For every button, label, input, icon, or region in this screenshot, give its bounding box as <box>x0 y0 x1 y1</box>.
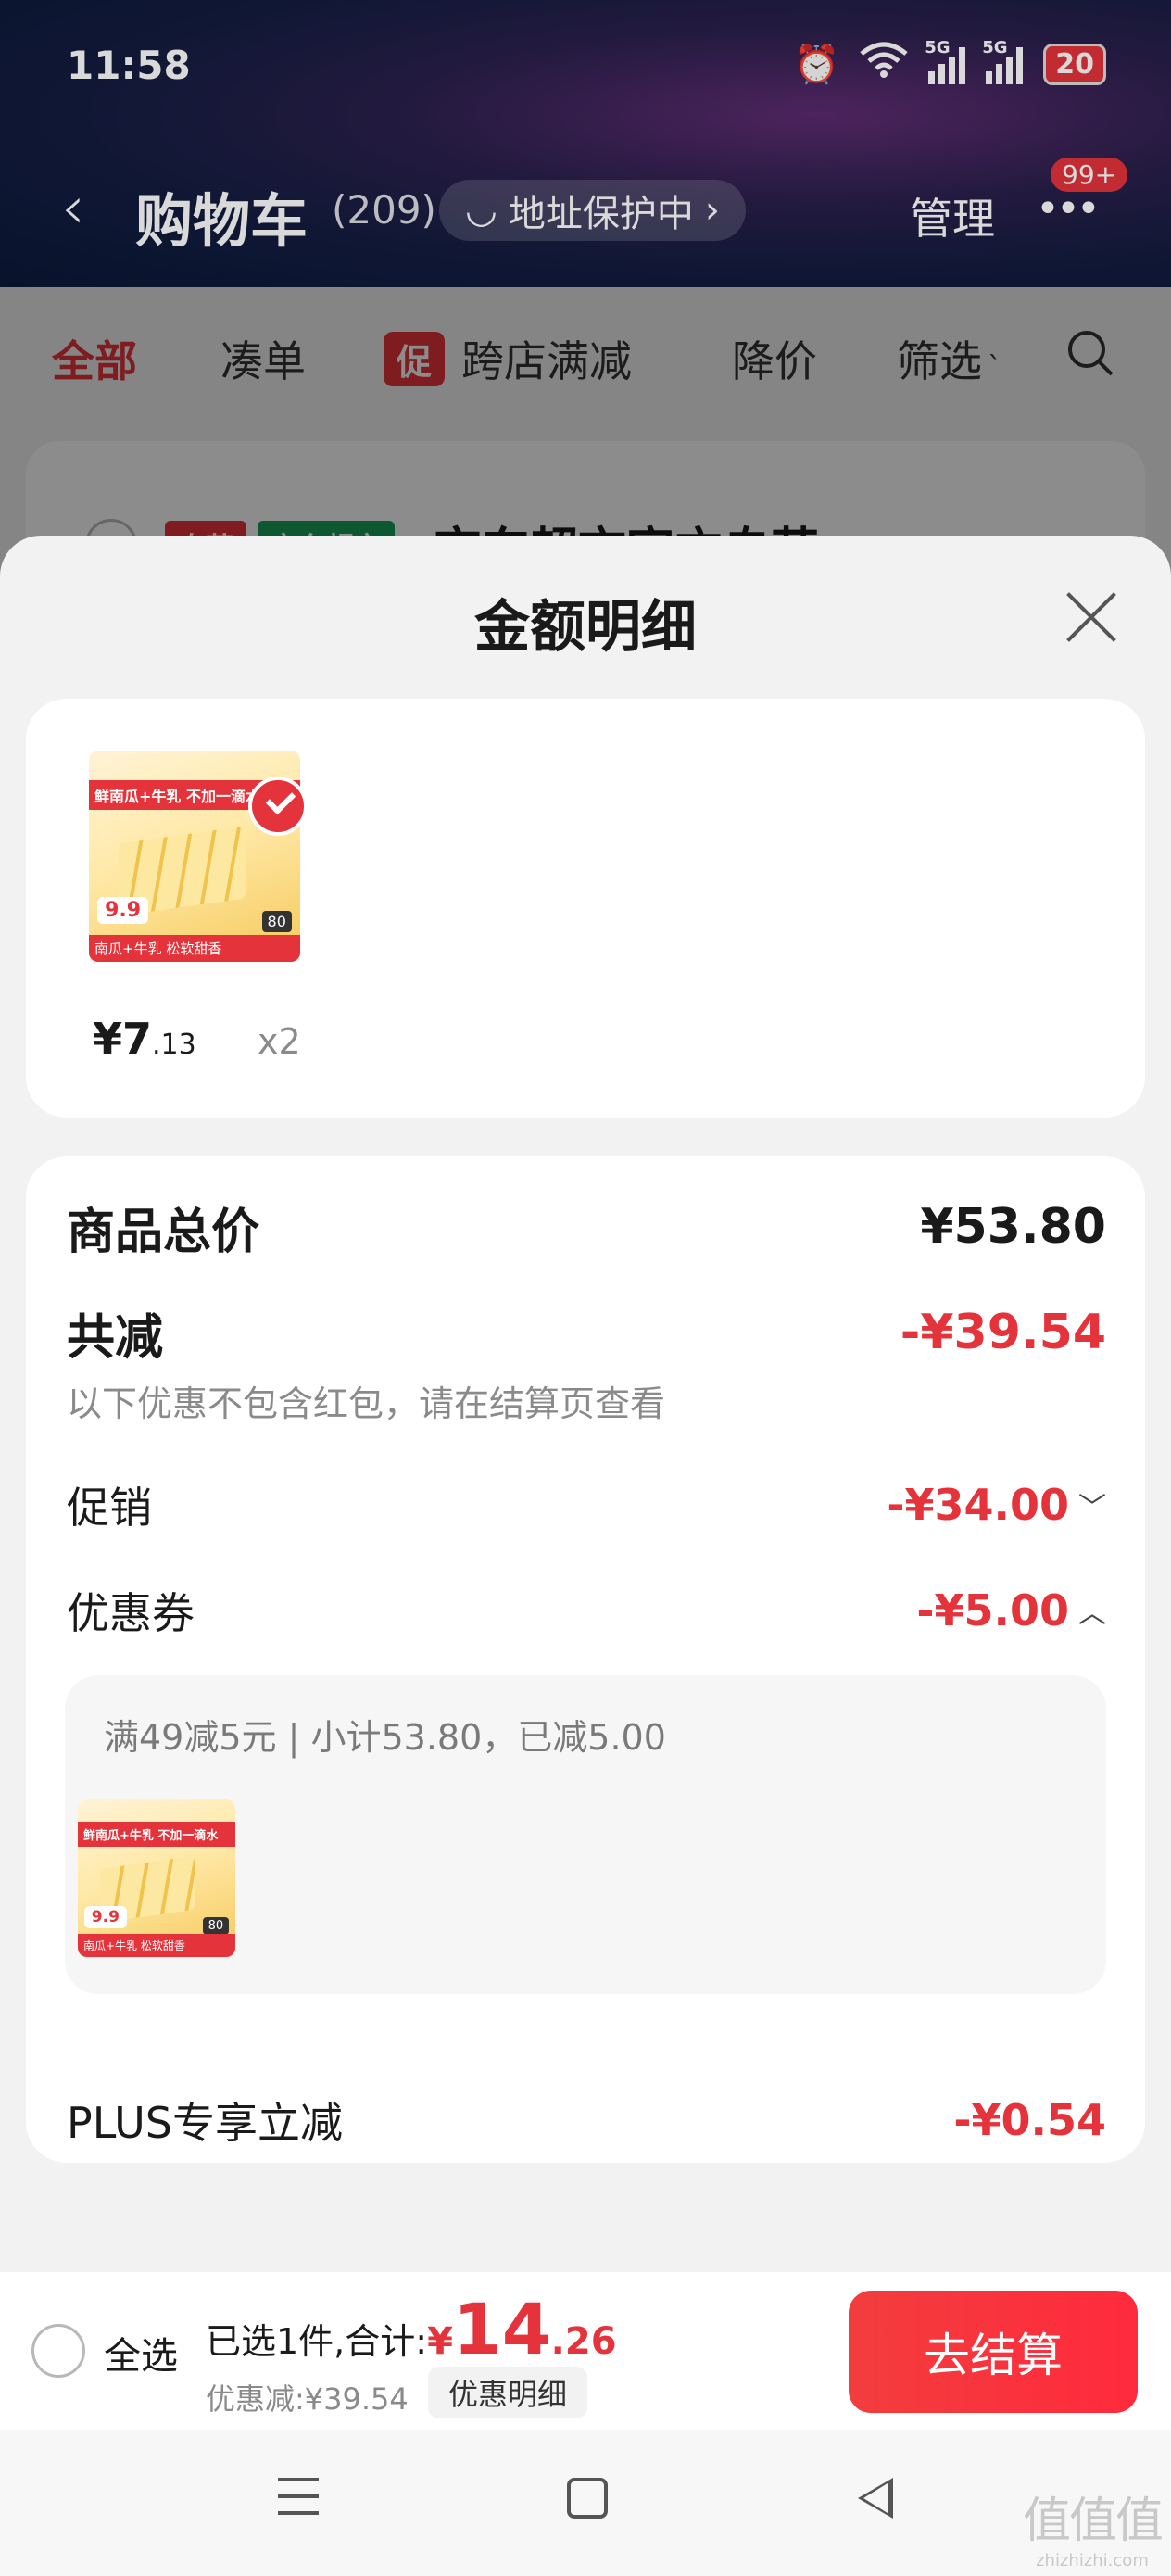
total-reduction-row: 共减 -¥39.54 <box>67 1295 1106 1370</box>
discount-detail-button[interactable]: 优惠明细 <box>428 2367 588 2418</box>
goods-total-row: 商品总价 ¥53.80 <box>67 1190 1106 1264</box>
chevron-down-icon: ﹀ <box>1078 1492 1106 1524</box>
plus-discount-value: -¥0.54 <box>953 2095 1106 2145</box>
goods-total-label: 商品总价 <box>67 1204 260 1260</box>
promotion-label: 促销 <box>67 1483 152 1533</box>
coupon-value: -¥5.00 ︿ <box>916 1585 1106 1635</box>
coupon-row[interactable]: 优惠券 -¥5.00 ︿ <box>67 1573 1106 1648</box>
summary-prefix: 已选1件,合计: <box>206 2321 428 2362</box>
total-decimal: .26 <box>550 2320 617 2363</box>
selected-item-card: 鲜南瓜+牛乳 不加一滴水 9.9 80 南瓜+牛乳 松软甜香 ¥7.13 x2 <box>26 699 1145 1118</box>
thumb-foot: 南瓜+牛乳 松软甜香 <box>89 935 300 962</box>
thumb-headline: 鲜南瓜+牛乳 不加一滴水 <box>78 1821 235 1847</box>
select-all-radio[interactable] <box>31 2324 85 2378</box>
price-integer: ¥7 <box>93 1014 153 1064</box>
total-reduction-value: -¥39.54 <box>900 1305 1106 1360</box>
coupon-label: 优惠券 <box>67 1588 195 1638</box>
plus-discount-label: PLUS专享立减 <box>67 2098 343 2148</box>
currency-symbol: ¥ <box>427 2320 453 2363</box>
thumb-tag: 80 <box>202 1917 230 1936</box>
thumb-tag: 80 <box>261 911 292 933</box>
watermark-url: zhizhizhi.com <box>1036 2551 1149 2570</box>
item-unit-price: ¥7.13 <box>93 1014 196 1064</box>
amount-detail-sheet: 金额明细 鲜南瓜+牛乳 不加一滴水 9.9 80 南瓜+牛乳 松软甜香 ¥7.1… <box>0 536 1171 2576</box>
total-reduction-label: 共减 <box>67 1309 164 1366</box>
promotion-amount: -¥34.00 <box>887 1480 1069 1530</box>
coupon-detail-text: 满49减5元 | 小计53.80，已减5.00 <box>104 1717 666 1758</box>
promotion-row[interactable]: 促销 -¥34.00 ﹀ <box>67 1468 1106 1542</box>
thumb-price: 9.9 <box>97 896 149 924</box>
home-icon[interactable] <box>567 2478 608 2519</box>
menu-icon[interactable] <box>278 2478 319 2515</box>
header-overlay <box>0 0 1171 287</box>
coupon-product-image: 鲜南瓜+牛乳 不加一滴水 9.9 80 南瓜+牛乳 松软甜香 <box>78 1799 235 1957</box>
thumb-price: 9.9 <box>83 1906 127 1929</box>
watermark: 值值值 zhizhizhi.com <box>1022 2481 1164 2570</box>
promotion-value: -¥34.00 ﹀ <box>887 1480 1106 1530</box>
checkout-button[interactable]: 去结算 <box>849 2291 1138 2413</box>
checkout-summary: 已选1件,合计: ¥ 14 .26 <box>206 2294 617 2365</box>
sheet-title: 金额明细 <box>474 595 697 660</box>
select-all-label[interactable]: 全选 <box>104 2326 178 2380</box>
system-navigation-bar: 值值值 zhizhizhi.com <box>0 2430 1171 2576</box>
chevron-up-icon: ︿ <box>1078 1597 1106 1630</box>
reduction-note: 以下优惠不包含红包，请在结算页查看 <box>67 1383 666 1424</box>
price-breakdown-card: 商品总价 ¥53.80 共减 -¥39.54 以下优惠不包含红包，请在结算页查看… <box>26 1156 1145 2163</box>
check-icon <box>248 777 308 836</box>
thumb-foot: 南瓜+牛乳 松软甜香 <box>78 1934 235 1957</box>
close-icon[interactable] <box>1062 587 1121 647</box>
checkout-bar: 全选 已选1件,合计: ¥ 14 .26 优惠减:¥39.54 优惠明细 去结算 <box>0 2272 1171 2430</box>
plus-discount-row: PLUS专享立减 -¥0.54 <box>67 2083 1106 2157</box>
goods-total-value: ¥53.80 <box>920 1199 1106 1255</box>
item-quantity: x2 <box>258 1021 301 1062</box>
total-integer: 14 <box>452 2288 551 2370</box>
coupon-amount: -¥5.00 <box>916 1585 1069 1635</box>
watermark-logo: 值值值 <box>1022 2494 1164 2549</box>
discount-summary: 优惠减:¥39.54 <box>206 2381 409 2417</box>
price-decimal: .13 <box>152 1029 196 1061</box>
back-triangle-icon[interactable] <box>858 2478 893 2519</box>
